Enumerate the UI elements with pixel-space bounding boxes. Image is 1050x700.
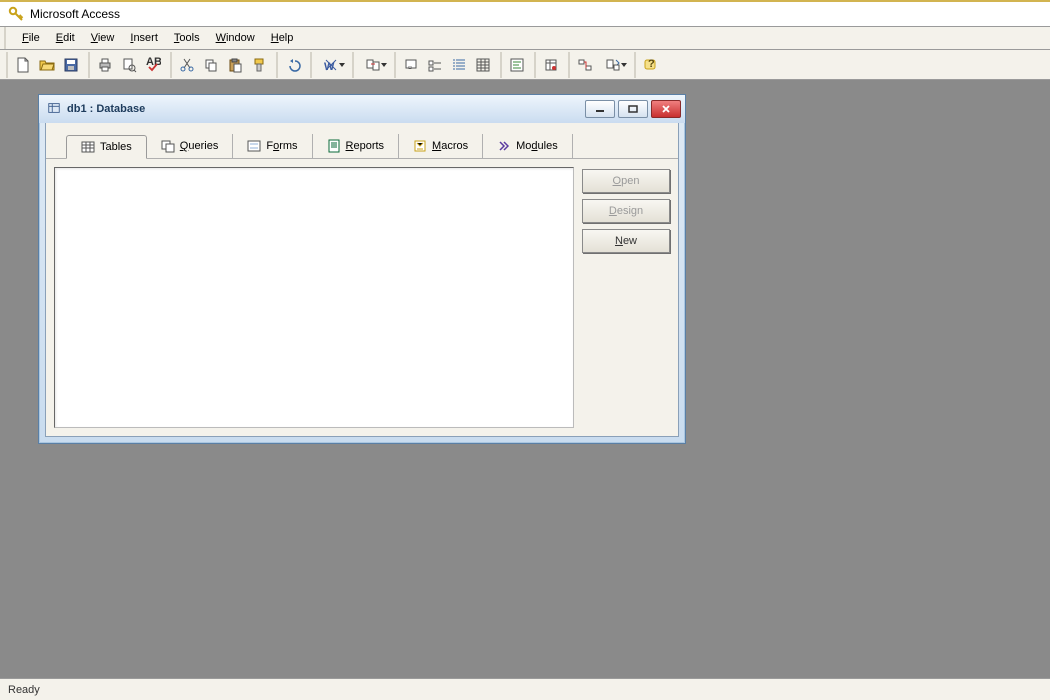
paste-button[interactable]	[223, 53, 247, 77]
menu-help[interactable]: Help	[263, 30, 302, 46]
open-object-button[interactable]: Open	[582, 169, 670, 193]
office-links-button[interactable]: W	[315, 53, 347, 77]
menu-edit[interactable]: Edit	[48, 30, 83, 46]
copy-button[interactable]	[199, 53, 223, 77]
object-list[interactable]	[54, 167, 574, 428]
tab-label: Tables	[100, 141, 132, 153]
tab-modules[interactable]: Modules	[483, 134, 573, 158]
access-key-icon	[8, 6, 24, 22]
database-icon	[47, 101, 61, 118]
menu-insert[interactable]: Insert	[122, 30, 166, 46]
statusbar: Ready	[0, 678, 1050, 700]
details-view-button[interactable]	[471, 53, 495, 77]
tab-forms[interactable]: Forms	[233, 134, 312, 158]
database-window-titlebar[interactable]: db1 : Database	[39, 95, 685, 123]
tab-queries[interactable]: Queries	[147, 134, 234, 158]
svg-text:▫: ▫	[408, 62, 412, 73]
database-window-body: Tables Queries Forms Reports Macros	[45, 123, 679, 437]
properties-button[interactable]	[539, 53, 563, 77]
toolbar: ABC W ▫ ?	[0, 50, 1050, 80]
print-button[interactable]	[93, 53, 117, 77]
analyze-button[interactable]	[357, 53, 389, 77]
new-object-button[interactable]	[597, 53, 629, 77]
tab-tables[interactable]: Tables	[66, 135, 147, 159]
code-button[interactable]	[505, 53, 529, 77]
print-preview-button[interactable]	[117, 53, 141, 77]
undo-button[interactable]	[281, 53, 305, 77]
format-painter-button[interactable]	[247, 53, 271, 77]
database-window-title: db1 : Database	[67, 103, 145, 115]
menu-tools[interactable]: Tools	[166, 30, 208, 46]
open-button[interactable]	[35, 53, 59, 77]
new-file-button[interactable]	[11, 53, 35, 77]
new-object-side-button[interactable]: New	[582, 229, 670, 253]
tab-macros[interactable]: Macros	[399, 134, 483, 158]
menubar-container: File Edit View Insert Tools Window Help	[0, 26, 1050, 50]
close-button[interactable]	[651, 100, 681, 118]
mdi-client-area: db1 : Database Tables Queries	[0, 80, 1050, 678]
object-tabs: Tables Queries Forms Reports Macros	[46, 129, 678, 159]
tab-reports[interactable]: Reports	[313, 134, 400, 158]
database-content: Open Design New	[46, 159, 678, 436]
database-window: db1 : Database Tables Queries	[38, 94, 686, 444]
menubar: File Edit View Insert Tools Window Help	[4, 27, 1050, 49]
help-button[interactable]: ?	[639, 53, 663, 77]
app-title: Microsoft Access	[30, 7, 120, 21]
menu-window[interactable]: Window	[208, 30, 263, 46]
svg-text:?: ?	[648, 58, 655, 70]
app-titlebar: Microsoft Access	[0, 0, 1050, 26]
maximize-button[interactable]	[618, 100, 648, 118]
side-buttons: Open Design New	[582, 167, 670, 428]
status-text: Ready	[8, 684, 40, 696]
list-view-button[interactable]	[447, 53, 471, 77]
menu-file[interactable]: File	[14, 30, 48, 46]
cut-button[interactable]	[175, 53, 199, 77]
large-icons-button[interactable]: ▫	[399, 53, 423, 77]
save-button[interactable]	[59, 53, 83, 77]
spelling-button[interactable]: ABC	[141, 53, 165, 77]
small-icons-button[interactable]	[423, 53, 447, 77]
relationships-button[interactable]	[573, 53, 597, 77]
design-object-button[interactable]: Design	[582, 199, 670, 223]
svg-text:W: W	[324, 61, 335, 73]
menu-view[interactable]: View	[83, 30, 123, 46]
minimize-button[interactable]	[585, 100, 615, 118]
svg-text:ABC: ABC	[146, 57, 161, 68]
